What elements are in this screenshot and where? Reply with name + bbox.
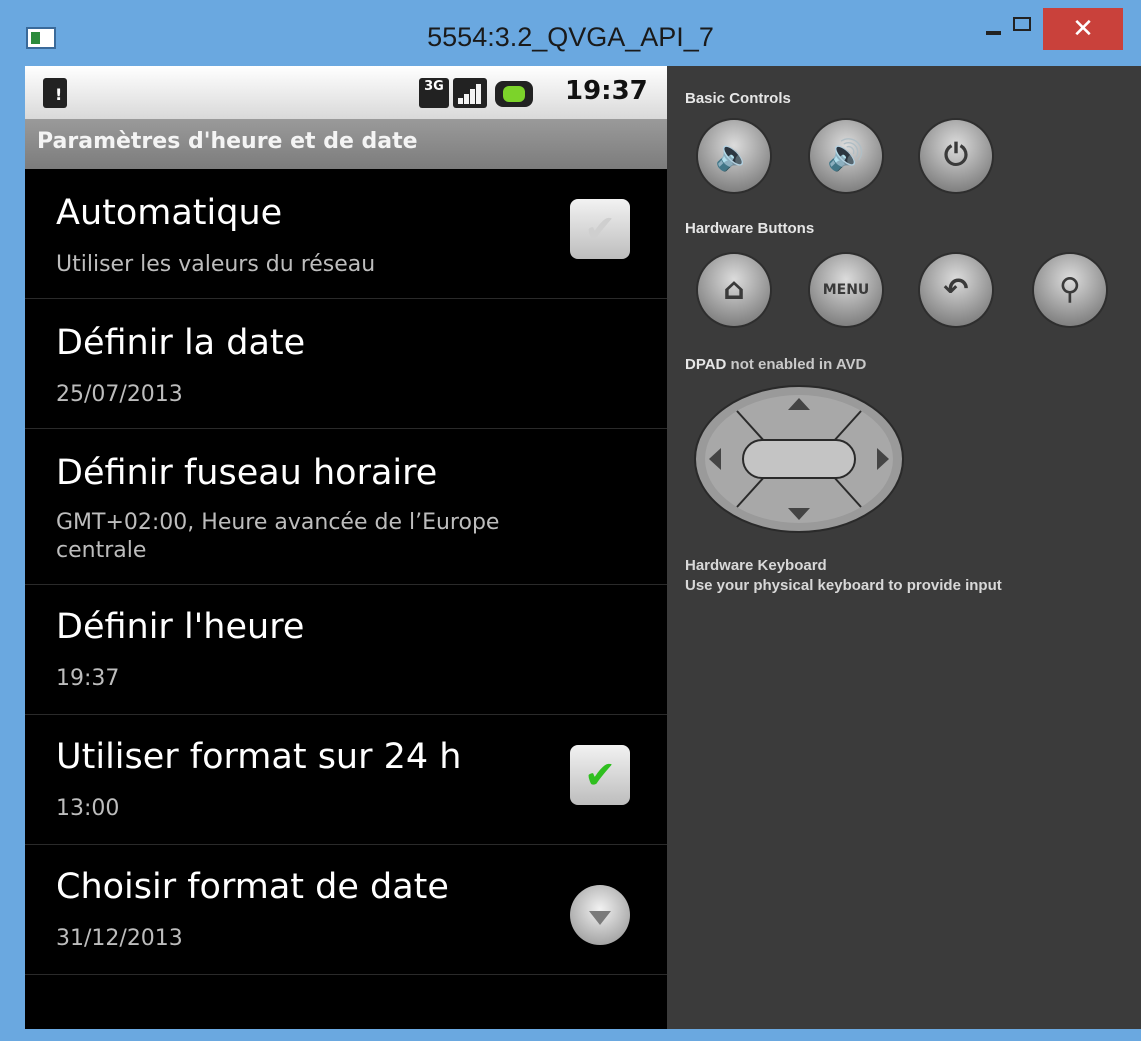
signal-strength-icon <box>453 78 487 108</box>
basic-controls-label: Basic Controls <box>685 90 791 107</box>
pref-summary: 25/07/2013 <box>56 382 183 407</box>
checkmark-icon: ✔ <box>584 753 616 797</box>
menu-button[interactable]: MENU <box>810 254 882 326</box>
hardware-keyboard-info: Hardware Keyboard Use your physical keyb… <box>685 556 1002 596</box>
status-bar: 3G 19:37 <box>25 66 667 119</box>
emulator-controls-panel: Basic Controls 🔈 🔊 ⏻ Hardware Buttons ⌂ … <box>667 66 1141 1029</box>
device-screen: 3G 19:37 Paramètres d'heure et de date A… <box>25 66 667 1029</box>
close-icon: ✕ <box>1072 14 1094 44</box>
pref-set-time[interactable]: Définir l'heure 19:37 <box>25 585 667 715</box>
keyboard-title: Hardware Keyboard <box>685 557 827 574</box>
pref-automatic[interactable]: Automatique Utiliser les valeurs du rése… <box>25 169 667 299</box>
volume-down-button[interactable]: 🔈 <box>698 120 770 192</box>
pref-timezone[interactable]: Définir fuseau horaire GMT+02:00, Heure … <box>25 429 667 585</box>
home-button[interactable]: ⌂ <box>698 254 770 326</box>
home-icon: ⌂ <box>723 272 745 307</box>
volume-down-icon: 🔈 <box>715 138 753 173</box>
pref-summary: Utiliser les valeurs du réseau <box>56 252 376 277</box>
pref-summary: 13:00 <box>56 796 120 821</box>
pref-title: Utiliser format sur 24 h <box>56 737 462 777</box>
chevron-down-icon <box>589 911 611 925</box>
24h-format-checkbox[interactable]: ✔ <box>570 745 630 805</box>
volume-up-button[interactable]: 🔊 <box>810 120 882 192</box>
pref-summary: 19:37 <box>56 666 120 691</box>
search-button[interactable]: ⚲ <box>1034 254 1106 326</box>
date-format-dropdown[interactable] <box>570 885 630 945</box>
pref-set-date[interactable]: Définir la date 25/07/2013 <box>25 299 667 429</box>
back-icon: ↶ <box>943 272 969 307</box>
pref-24h-format[interactable]: Utiliser format sur 24 h 13:00 ✔ <box>25 715 667 845</box>
pref-title: Choisir format de date <box>56 867 449 907</box>
window-bottom-border <box>0 1029 1141 1041</box>
dpad-center-button <box>742 439 856 479</box>
page-title: Paramètres d'heure et de date <box>37 129 418 154</box>
automatic-checkbox[interactable]: ✔ <box>570 199 630 259</box>
power-icon: ⏻ <box>944 138 968 173</box>
pref-title: Définir l'heure <box>56 607 305 647</box>
menu-label: MENU <box>822 282 870 298</box>
pref-title: Automatique <box>56 193 283 233</box>
maximize-button[interactable] <box>1002 8 1042 48</box>
pref-title: Définir la date <box>56 323 306 363</box>
network-3g-icon: 3G <box>419 78 449 108</box>
volume-up-icon: 🔊 <box>827 138 865 173</box>
close-button[interactable]: ✕ <box>1043 8 1123 50</box>
status-time: 19:37 <box>565 76 648 106</box>
pref-summary: 31/12/2013 <box>56 926 183 951</box>
power-button[interactable]: ⏻ <box>920 120 992 192</box>
keyboard-description: Use your physical keyboard to provide in… <box>685 577 1002 594</box>
pref-title: Définir fuseau horaire <box>56 453 438 493</box>
back-button[interactable]: ↶ <box>920 254 992 326</box>
pref-summary: GMT+02:00, Heure avancée de l’Europe cen… <box>56 510 500 563</box>
window-titlebar[interactable]: 5554:3.2_QVGA_API_7 ✕ <box>0 0 1141 66</box>
pref-date-format[interactable]: Choisir format de date 31/12/2013 <box>25 845 667 975</box>
emulator-window: 5554:3.2_QVGA_API_7 ✕ 3G 19:37 Paramètre… <box>0 0 1141 1041</box>
sdcard-warning-icon <box>43 78 67 108</box>
screen-title-bar: Paramètres d'heure et de date <box>25 119 667 169</box>
dpad[interactable] <box>693 384 905 534</box>
search-icon: ⚲ <box>1059 272 1081 307</box>
dpad-status-label: DPAD not enabled in AVD <box>685 356 867 373</box>
preference-list: Automatique Utiliser les valeurs du rése… <box>25 169 667 975</box>
checkmark-icon: ✔ <box>584 207 616 251</box>
hardware-buttons-label: Hardware Buttons <box>685 220 815 237</box>
battery-icon <box>495 81 533 107</box>
